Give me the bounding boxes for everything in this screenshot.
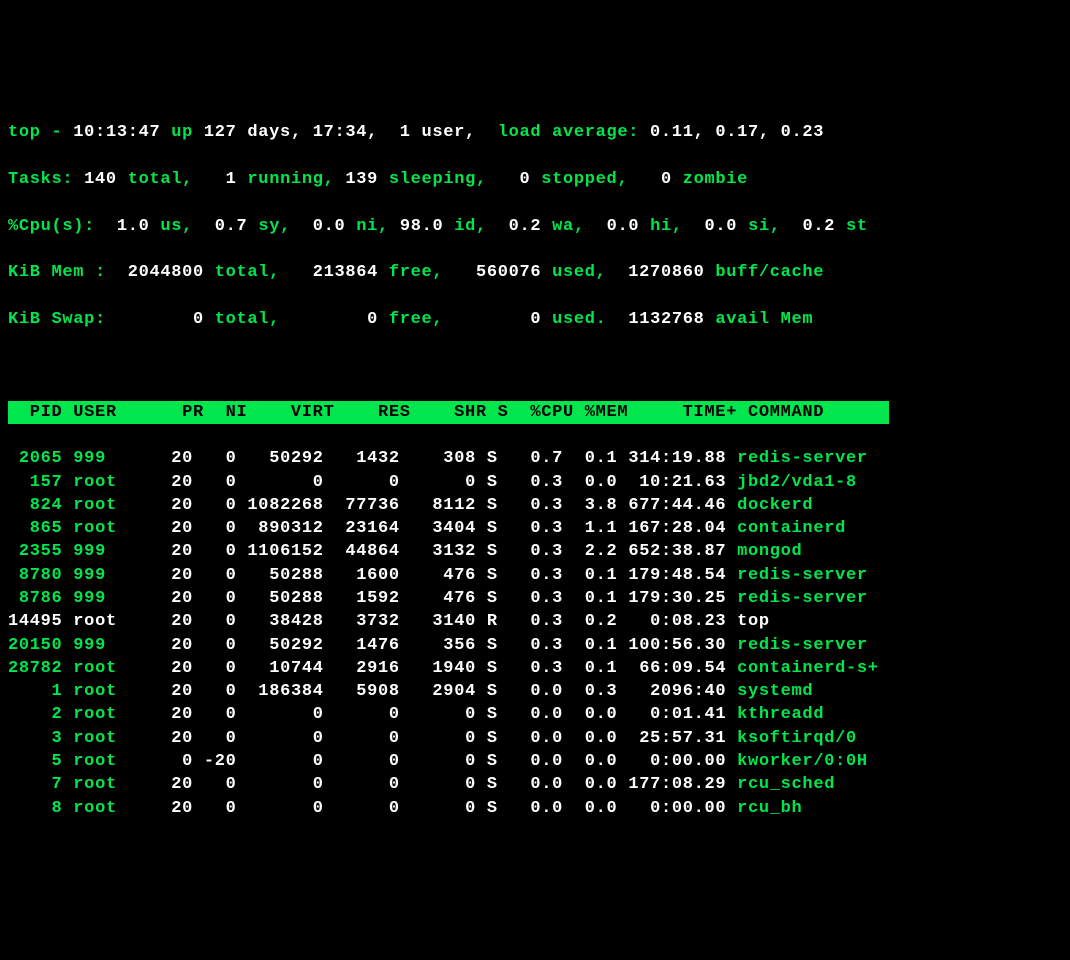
summary-line-cpu: %Cpu(s): 1.0 us, 0.7 sy, 0.0 ni, 98.0 id… [8, 215, 1062, 238]
process-table[interactable]: 2065 999 20 0 50292 1432 308 S 0.7 0.1 3… [8, 447, 1062, 820]
table-row[interactable]: 1 root 20 0 186384 5908 2904 S 0.0 0.3 2… [8, 680, 1062, 703]
summary-line-swap: KiB Swap: 0 total, 0 free, 0 used. 11327… [8, 308, 1062, 331]
table-row[interactable]: 2 root 20 0 0 0 0 S 0.0 0.0 0:01.41 kthr… [8, 703, 1062, 726]
table-row[interactable]: 5 root 0 -20 0 0 0 S 0.0 0.0 0:00.00 kwo… [8, 750, 1062, 773]
table-row[interactable]: 2065 999 20 0 50292 1432 308 S 0.7 0.1 3… [8, 447, 1062, 470]
table-row[interactable]: 8 root 20 0 0 0 0 S 0.0 0.0 0:00.00 rcu_… [8, 797, 1062, 820]
table-row[interactable]: 865 root 20 0 890312 23164 3404 S 0.3 1.… [8, 517, 1062, 540]
summary-line-mem: KiB Mem : 2044800 total, 213864 free, 56… [8, 261, 1062, 284]
table-row[interactable]: 20150 999 20 0 50292 1476 356 S 0.3 0.1 … [8, 634, 1062, 657]
table-row[interactable]: 14495 root 20 0 38428 3732 3140 R 0.3 0.… [8, 610, 1062, 633]
blank-line [8, 354, 1062, 377]
table-row[interactable]: 8786 999 20 0 50288 1592 476 S 0.3 0.1 1… [8, 587, 1062, 610]
summary-line-uptime: top - 10:13:47 up 127 days, 17:34, 1 use… [8, 121, 1062, 144]
table-row[interactable]: 28782 root 20 0 10744 2916 1940 S 0.3 0.… [8, 657, 1062, 680]
table-row[interactable]: 7 root 20 0 0 0 0 S 0.0 0.0 177:08.29 rc… [8, 773, 1062, 796]
table-row[interactable]: 157 root 20 0 0 0 0 S 0.3 0.0 10:21.63 j… [8, 471, 1062, 494]
top-terminal: top - 10:13:47 up 127 days, 17:34, 1 use… [8, 98, 1062, 843]
table-row[interactable]: 2355 999 20 0 1106152 44864 3132 S 0.3 2… [8, 540, 1062, 563]
table-row[interactable]: 3 root 20 0 0 0 0 S 0.0 0.0 25:57.31 kso… [8, 727, 1062, 750]
table-row[interactable]: 824 root 20 0 1082268 77736 8112 S 0.3 3… [8, 494, 1062, 517]
summary-line-tasks: Tasks: 140 total, 1 running, 139 sleepin… [8, 168, 1062, 191]
table-row[interactable]: 8780 999 20 0 50288 1600 476 S 0.3 0.1 1… [8, 564, 1062, 587]
column-header[interactable]: PID USER PR NI VIRT RES SHR S %CPU %MEM … [8, 401, 1062, 424]
